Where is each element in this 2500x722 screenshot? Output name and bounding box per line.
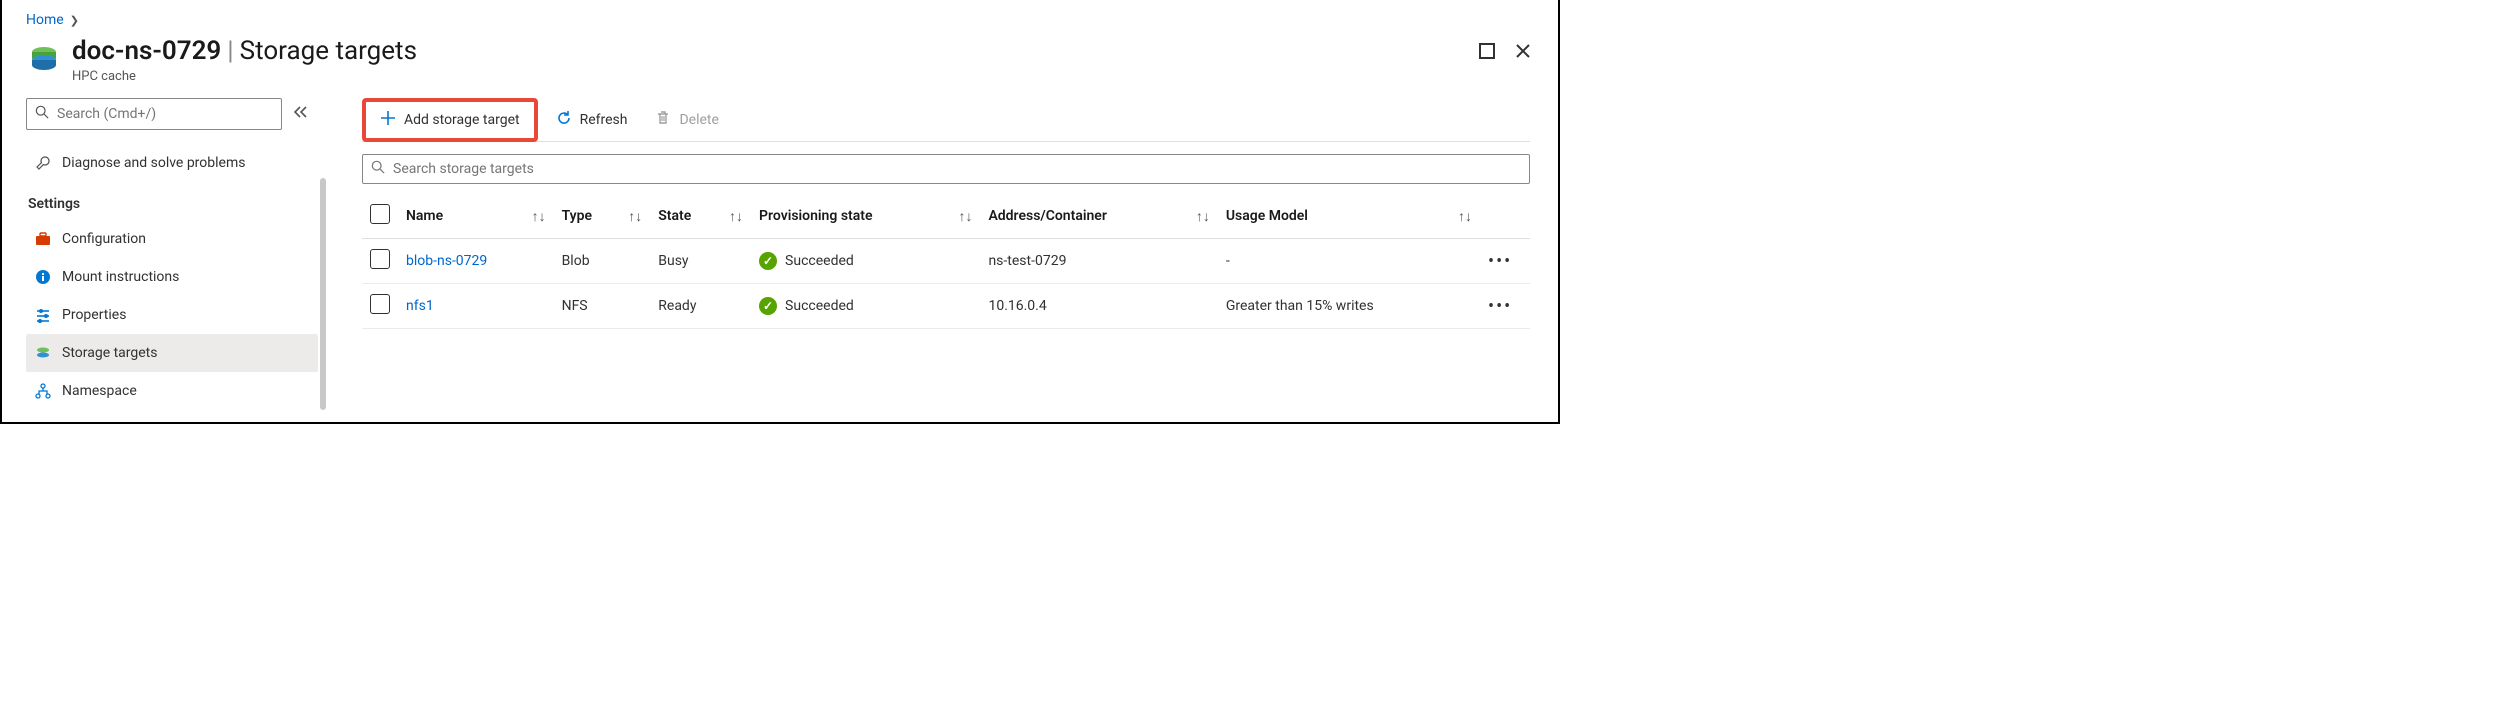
delete-button: Delete (645, 104, 728, 136)
sort-icon: ↑↓ (532, 208, 546, 225)
command-bar: Add storage target Refresh Delete (362, 98, 1530, 142)
refresh-button[interactable]: Refresh (546, 104, 638, 136)
filter-input[interactable] (393, 161, 1521, 177)
button-label: Add storage target (404, 112, 520, 128)
main-content: Add storage target Refresh Delete (326, 98, 1558, 410)
resource-type-label: HPC cache (72, 69, 1478, 84)
cell-state: Busy (650, 239, 751, 284)
sidebar: Diagnose and solve problems Settings Con… (2, 98, 326, 410)
cell-provisioning: ✓Succeeded (751, 284, 980, 329)
sort-icon: ↑↓ (958, 208, 972, 225)
sidebar-scrollbar[interactable] (320, 178, 326, 410)
section-title: Storage targets (240, 36, 417, 66)
row-checkbox[interactable] (370, 294, 390, 314)
sort-icon: ↑↓ (729, 208, 743, 225)
sidebar-item-properties[interactable]: Properties (26, 296, 318, 334)
collapse-sidebar-icon[interactable] (292, 105, 308, 123)
col-header-provisioning[interactable]: Provisioning state↑↓ (751, 194, 980, 239)
cell-type: Blob (554, 239, 651, 284)
sliders-icon (34, 306, 52, 324)
sort-icon: ↑↓ (1196, 208, 1210, 225)
cell-usage: Greater than 15% writes (1218, 284, 1480, 329)
hpc-cache-resource-icon (26, 38, 62, 74)
breadcrumb-home[interactable]: Home (26, 12, 64, 28)
sidebar-item-mount-instructions[interactable]: Mount instructions (26, 258, 318, 296)
storage-target-link[interactable]: blob-ns-0729 (406, 253, 487, 269)
col-header-usage[interactable]: Usage Model↑↓ (1218, 194, 1480, 239)
resource-name: doc-ns-0729 (72, 36, 221, 66)
button-label: Refresh (580, 112, 628, 128)
cell-type: NFS (554, 284, 651, 329)
row-more-menu[interactable]: ••• (1480, 284, 1530, 329)
add-storage-target-button[interactable]: Add storage target (370, 104, 530, 136)
row-more-menu[interactable]: ••• (1480, 239, 1530, 284)
sidebar-item-diagnose[interactable]: Diagnose and solve problems (26, 144, 318, 182)
row-checkbox[interactable] (370, 249, 390, 269)
cell-usage: - (1218, 239, 1480, 284)
maximize-icon[interactable] (1478, 42, 1496, 60)
sidebar-item-label: Mount instructions (62, 269, 179, 285)
button-label: Delete (679, 112, 718, 128)
sidebar-item-label: Namespace (62, 383, 137, 399)
toolbox-icon (34, 230, 52, 248)
storage-target-link[interactable]: nfs1 (406, 298, 434, 314)
chevron-right-icon: ❯ (70, 14, 79, 27)
sort-icon: ↑↓ (1458, 208, 1472, 225)
col-header-address[interactable]: Address/Container↑↓ (980, 194, 1217, 239)
trash-icon (655, 110, 671, 130)
cell-state: Ready (650, 284, 751, 329)
filter-storage-targets[interactable] (362, 154, 1530, 184)
highlight-add-storage-target: Add storage target (362, 98, 538, 142)
col-header-type[interactable]: Type↑↓ (554, 194, 651, 239)
sort-icon: ↑↓ (628, 208, 642, 225)
wrench-icon (34, 154, 52, 172)
sidebar-search-input[interactable] (57, 106, 273, 122)
success-icon: ✓ (759, 252, 777, 270)
col-header-name[interactable]: Name↑↓ (398, 194, 554, 239)
plus-icon (380, 110, 396, 130)
col-header-state[interactable]: State↑↓ (650, 194, 751, 239)
sidebar-search[interactable] (26, 98, 282, 130)
refresh-icon (556, 110, 572, 130)
cell-address: ns-test-0729 (980, 239, 1217, 284)
breadcrumb: Home ❯ (2, 2, 1558, 32)
cell-address: 10.16.0.4 (980, 284, 1217, 329)
sidebar-item-label: Diagnose and solve problems (62, 155, 245, 171)
search-icon (371, 160, 385, 178)
info-icon (34, 268, 52, 286)
sidebar-item-storage-targets[interactable]: Storage targets (26, 334, 318, 372)
page-title: doc-ns-0729|Storage targets (72, 36, 1478, 67)
sidebar-item-label: Storage targets (62, 345, 157, 361)
storage-targets-table: Name↑↓ Type↑↓ State↑↓ Provisioning state… (362, 194, 1530, 329)
hierarchy-icon (34, 382, 52, 400)
sidebar-item-label: Configuration (62, 231, 146, 247)
page-header: doc-ns-0729|Storage targets HPC cache (2, 32, 1558, 98)
table-row[interactable]: blob-ns-0729 Blob Busy ✓Succeeded ns-tes… (362, 239, 1530, 284)
sidebar-item-configuration[interactable]: Configuration (26, 220, 318, 258)
sidebar-section-settings: Settings (26, 182, 318, 220)
sidebar-item-label: Properties (62, 307, 126, 323)
select-all-checkbox[interactable] (370, 204, 390, 224)
cell-provisioning: ✓Succeeded (751, 239, 980, 284)
close-icon[interactable] (1514, 42, 1532, 60)
success-icon: ✓ (759, 297, 777, 315)
search-icon (35, 105, 49, 123)
sidebar-item-namespace[interactable]: Namespace (26, 372, 318, 410)
storage-stack-icon (34, 344, 52, 362)
table-row[interactable]: nfs1 NFS Ready ✓Succeeded 10.16.0.4 Grea… (362, 284, 1530, 329)
